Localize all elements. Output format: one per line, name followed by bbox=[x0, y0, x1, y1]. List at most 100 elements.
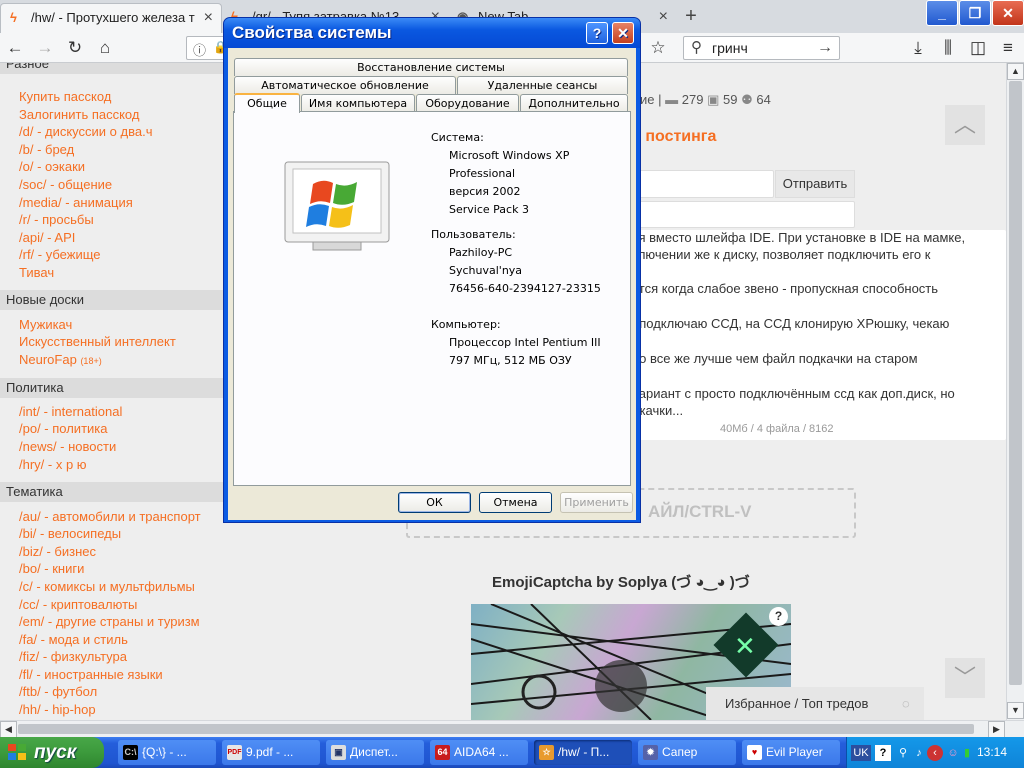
taskbar-item-browser[interactable]: ☆ /hw/ - П... bbox=[534, 740, 632, 765]
forward-icon[interactable]: → bbox=[33, 36, 57, 60]
search-input[interactable]: ⚲ гринч → bbox=[683, 36, 840, 60]
usb-icon[interactable]: ⚲ bbox=[895, 745, 911, 761]
sidebar-link[interactable]: /hry/ - х р ю bbox=[19, 456, 87, 473]
taskbar-item-aida64[interactable]: 64 AIDA64 ... bbox=[430, 740, 528, 765]
subject-input[interactable] bbox=[632, 170, 774, 198]
sidebar-link[interactable]: /rf/ - убежище bbox=[19, 246, 101, 263]
ok-button[interactable]: ОК bbox=[398, 492, 471, 513]
volume-icon[interactable]: ♪ bbox=[911, 745, 927, 761]
captcha-help-button[interactable]: ? bbox=[769, 607, 788, 626]
sidebar-link[interactable]: /bi/ - велосипеды bbox=[19, 525, 121, 542]
sidebar-link[interactable]: /c/ - комиксы и мультфильмы bbox=[19, 578, 195, 595]
tab-general[interactable]: Общие bbox=[234, 93, 300, 113]
collapse-tray-icon[interactable]: ‹ bbox=[927, 745, 943, 761]
back-icon[interactable]: ← bbox=[3, 36, 27, 60]
tab-advanced[interactable]: Дополнительно bbox=[520, 94, 628, 112]
minimize-button[interactable]: _ bbox=[926, 0, 958, 26]
taskbar-item-task-manager[interactable]: ▣ Диспет... bbox=[326, 740, 424, 765]
clock[interactable]: 13:14 bbox=[977, 737, 1007, 768]
taskbar-item-evil-player[interactable]: ♥ Evil Player bbox=[742, 740, 840, 765]
sidebar-link[interactable]: /soc/ - общение bbox=[19, 176, 112, 193]
tab-system-restore[interactable]: Восстановление системы bbox=[234, 58, 628, 76]
cancel-button[interactable]: Отмена bbox=[479, 492, 552, 513]
scroll-right-arrow-icon[interactable]: ▶ bbox=[988, 721, 1005, 738]
scroll-down-arrow-icon[interactable]: ▼ bbox=[1007, 702, 1024, 719]
sidebar-link[interactable]: /fl/ - иностранные языки bbox=[19, 666, 163, 683]
network-icon[interactable]: ▮ bbox=[959, 745, 975, 761]
scroll-down-button[interactable]: ﹀ bbox=[945, 658, 985, 698]
name-input[interactable] bbox=[632, 201, 855, 228]
favorites-panel[interactable]: Избранное / Топ тредов ◌ bbox=[706, 687, 924, 720]
library-icon[interactable]: ⫼ bbox=[936, 36, 960, 60]
dialog-titlebar[interactable]: Свойства системы ? ✕ bbox=[224, 18, 640, 48]
scroll-up-button[interactable]: ︿ bbox=[945, 105, 985, 145]
search-go-icon[interactable]: → bbox=[817, 37, 833, 59]
maximize-button[interactable]: ❐ bbox=[959, 0, 991, 26]
bookmark-star-icon[interactable]: ☆ bbox=[646, 36, 670, 60]
minesweeper-icon: ✹ bbox=[643, 745, 658, 760]
send-button[interactable]: Отправить bbox=[775, 170, 855, 198]
sidebar-link[interactable]: /fa/ - мода и стиль bbox=[19, 631, 128, 648]
sidebar-link[interactable]: Мужикач bbox=[19, 316, 72, 333]
sidebar-link[interactable]: /cc/ - криптовалюты bbox=[19, 596, 137, 613]
sidebar-link[interactable]: /b/ - бред bbox=[19, 141, 74, 158]
post-text-line: ся вместо шлейфа IDE. При установке в ID… bbox=[632, 230, 966, 245]
images-icon: ▣ bbox=[707, 92, 720, 107]
sidebar-link[interactable]: /hh/ - hip-hop bbox=[19, 701, 96, 718]
sidebar-link[interactable]: Искусственный интеллект bbox=[19, 333, 176, 350]
horizontal-scrollbar[interactable]: ◀ ▶ bbox=[0, 720, 1024, 738]
sidebar-link[interactable]: /biz/ - бизнес bbox=[19, 543, 96, 560]
window-close-button[interactable]: ✕ bbox=[992, 0, 1024, 26]
start-button[interactable]: пуск bbox=[0, 737, 104, 768]
sidebar-link[interactable]: /fiz/ - физкультура bbox=[19, 648, 127, 665]
vertical-scrollbar[interactable]: ▲ ▼ bbox=[1006, 63, 1024, 720]
tab-close-icon[interactable]: × bbox=[659, 3, 668, 31]
sidebar-link[interactable]: /news/ - новости bbox=[19, 438, 116, 455]
sidebar-link[interactable]: /o/ - оэкаки bbox=[19, 158, 85, 175]
task-label: {Q:\} - ... bbox=[142, 745, 187, 759]
browser-icon: ☆ bbox=[539, 745, 554, 760]
scroll-up-arrow-icon[interactable]: ▲ bbox=[1007, 63, 1024, 80]
tab-hw[interactable]: ϟ /hw/ - Протухшего железа т × bbox=[0, 3, 222, 33]
sidebar-link[interactable]: /api/ - API bbox=[19, 229, 75, 246]
sidebar-link[interactable]: /r/ - просьбы bbox=[19, 211, 94, 228]
tab-hardware[interactable]: Оборудование bbox=[416, 94, 519, 112]
sidebar-link[interactable]: /po/ - политика bbox=[19, 420, 108, 437]
tab-close-icon[interactable]: × bbox=[204, 4, 213, 32]
language-indicator[interactable]: UK bbox=[851, 745, 871, 761]
sidebar-link[interactable]: /int/ - international bbox=[19, 403, 122, 420]
help-tray-icon[interactable]: ? bbox=[875, 745, 891, 761]
sidebar-toggle-icon[interactable]: ◫ bbox=[966, 36, 990, 60]
help-button[interactable]: ? bbox=[586, 22, 608, 44]
taskbar-item-minesweeper[interactable]: ✹ Сапер bbox=[638, 740, 736, 765]
info-icon[interactable]: ⓘ bbox=[193, 40, 206, 59]
svg-text:✕: ✕ bbox=[734, 632, 756, 662]
tab-computer-name[interactable]: Имя компьютера bbox=[301, 94, 415, 112]
menu-icon[interactable]: ≡ bbox=[996, 36, 1020, 60]
sidebar-link[interactable]: Купить пасскод bbox=[19, 88, 111, 105]
tab-auto-update[interactable]: Автоматическое обновление bbox=[234, 76, 456, 94]
tab-remote[interactable]: Удаленные сеансы bbox=[457, 76, 628, 94]
scrollbar-thumb[interactable] bbox=[18, 724, 974, 734]
loading-spinner-icon: ◌ bbox=[902, 696, 910, 711]
sidebar-link[interactable]: /d/ - дискуссии о два.ч bbox=[19, 123, 152, 140]
scroll-left-arrow-icon[interactable]: ◀ bbox=[0, 721, 17, 738]
scrollbar-thumb[interactable] bbox=[1009, 81, 1022, 685]
downloads-icon[interactable]: ⤓ bbox=[906, 36, 930, 60]
sidebar-link-neurofap[interactable]: NeuroFap (18+) bbox=[19, 351, 102, 370]
reload-icon[interactable]: ↻ bbox=[63, 36, 87, 60]
stats-prefix: ие | bbox=[640, 92, 662, 107]
sidebar-link[interactable]: /media/ - анимация bbox=[19, 194, 133, 211]
sidebar-link[interactable]: /bo/ - книги bbox=[19, 560, 84, 577]
taskbar-item-console[interactable]: C:\ {Q:\} - ... bbox=[118, 740, 216, 765]
home-icon[interactable]: ⌂ bbox=[93, 36, 117, 60]
sidebar-link[interactable]: /au/ - автомобили и транспорт bbox=[19, 508, 201, 525]
taskbar-item-pdf[interactable]: PDF 9.pdf - ... bbox=[222, 740, 320, 765]
sidebar-link[interactable]: /em/ - другие страны и туризм bbox=[19, 613, 200, 630]
sidebar-link[interactable]: /ftb/ - футбол bbox=[19, 683, 97, 700]
new-tab-button[interactable]: + bbox=[680, 3, 702, 29]
sidebar-link[interactable]: Залогинить пасскод bbox=[19, 106, 139, 123]
sidebar-link[interactable]: Тивач bbox=[19, 264, 54, 281]
dialog-close-button[interactable]: ✕ bbox=[612, 22, 634, 44]
apply-button[interactable]: Применить bbox=[560, 492, 633, 513]
